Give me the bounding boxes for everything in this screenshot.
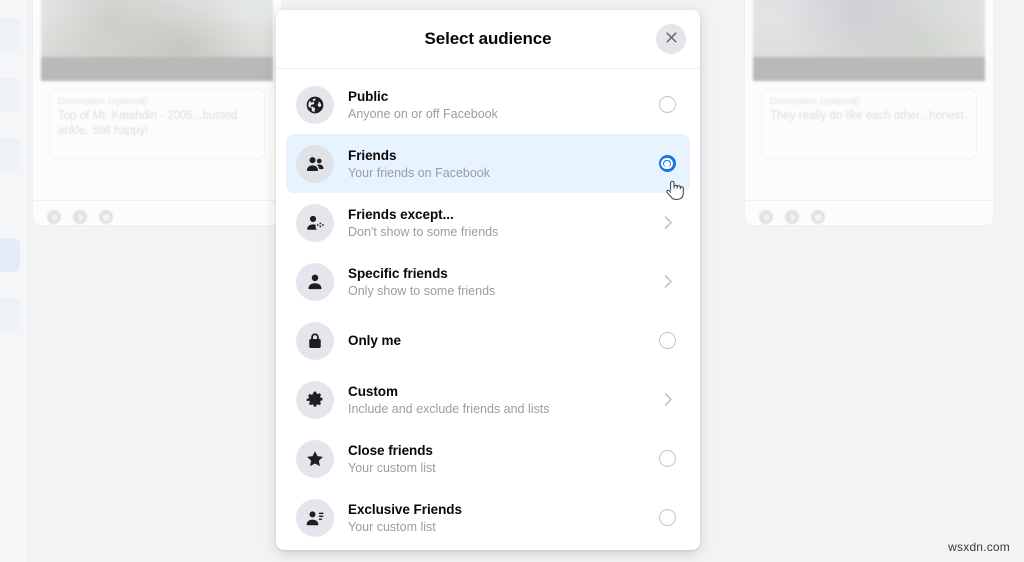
audience-option-title: Friends xyxy=(348,147,397,163)
description-text-right: They really do like each other...honest. xyxy=(770,110,967,122)
dialog-title: Select audience xyxy=(424,29,552,48)
specific-friends-icon xyxy=(296,262,334,301)
location-pin-icon xyxy=(785,210,799,224)
close-icon xyxy=(664,30,679,48)
audience-option-title: Close friends xyxy=(348,442,433,458)
audience-option-subtitle: Include and exclude friends and lists xyxy=(348,401,550,416)
audience-option-title: Only me xyxy=(348,333,401,348)
audience-radio[interactable] xyxy=(656,94,678,116)
audience-option-text: Custom Include and exclude friends and li… xyxy=(348,383,648,417)
audience-radio-selected[interactable] xyxy=(656,153,678,175)
audience-radio[interactable] xyxy=(656,448,678,470)
card-action-row-left xyxy=(47,210,113,224)
star-icon xyxy=(296,439,334,478)
photo-card-left: Description (optional) Top of Mt. Katahd… xyxy=(32,0,282,226)
watermark: wsxdn.com xyxy=(948,540,1010,554)
tag-icon xyxy=(47,210,61,224)
audience-option-text: Only me xyxy=(348,332,648,349)
audience-option-text: Friends except... Don't show to some frie… xyxy=(348,206,648,240)
audience-option-subtitle: Anyone on or off Facebook xyxy=(348,106,498,121)
audience-radio[interactable] xyxy=(656,507,678,529)
select-audience-dialog: Select audience Public Anyone on or off F… xyxy=(276,10,700,550)
list-person-icon xyxy=(296,498,334,537)
rail-item-2 xyxy=(0,78,20,112)
location-pin-icon xyxy=(73,210,87,224)
friends-icon xyxy=(296,144,334,183)
audience-option-text: Public Anyone on or off Facebook xyxy=(348,88,648,122)
radio-button[interactable] xyxy=(658,450,676,467)
radio-button[interactable] xyxy=(658,155,676,172)
audience-option-public[interactable]: Public Anyone on or off Facebook xyxy=(286,75,690,134)
lock-icon xyxy=(296,321,334,360)
audience-option-subtitle: Don't show to some friends xyxy=(348,224,499,239)
description-field-right: Description (optional) They really do li… xyxy=(761,89,977,159)
photo-thumbnail-left xyxy=(41,0,273,81)
chevron-right-icon[interactable] xyxy=(656,271,678,293)
gear-icon xyxy=(296,380,334,419)
dialog-header: Select audience xyxy=(276,10,700,69)
friends-except-icon xyxy=(296,203,334,242)
rail-item-1 xyxy=(0,18,20,52)
audience-radio[interactable] xyxy=(656,330,678,352)
photo-card-right: Description (optional) They really do li… xyxy=(744,0,994,226)
audience-option-close-friends[interactable]: Close friends Your custom list xyxy=(286,429,690,488)
audience-options-list: Public Anyone on or off Facebook Friends Yo… xyxy=(276,69,700,550)
screen: Description (optional) Top of Mt. Katahd… xyxy=(0,0,1024,562)
rail-item-4 xyxy=(0,238,20,272)
rail-item-5 xyxy=(0,298,20,332)
audience-option-friends-except[interactable]: Friends except... Don't show to some frie… xyxy=(286,193,690,252)
chevron-right-icon[interactable] xyxy=(656,212,678,234)
audience-option-title: Specific friends xyxy=(348,265,448,281)
audience-option-exclusive-friends[interactable]: Exclusive Friends Your custom list xyxy=(286,488,690,547)
audience-option-specific-friends[interactable]: Specific friends Only show to some friend… xyxy=(286,252,690,311)
radio-button[interactable] xyxy=(658,509,676,526)
audience-option-friends[interactable]: Friends Your friends on Facebook xyxy=(286,134,690,193)
globe-icon xyxy=(296,85,334,124)
audience-option-text: Close friends Your custom list xyxy=(348,442,648,476)
description-text-left: Top of Mt. Katahdin - 2005...busted ankl… xyxy=(58,110,238,137)
card-divider-left xyxy=(33,200,281,201)
clock-icon xyxy=(99,210,113,224)
close-button[interactable] xyxy=(656,24,686,54)
description-placeholder-right: Description (optional) xyxy=(770,96,860,106)
rail-item-3 xyxy=(0,138,20,172)
audience-option-subtitle: Your custom list xyxy=(348,460,436,475)
audience-option-subtitle: Your custom list xyxy=(348,519,436,534)
audience-option-text: Exclusive Friends Your custom list xyxy=(348,501,648,535)
clock-icon xyxy=(811,210,825,224)
photo-caption-bar-right xyxy=(753,57,985,81)
audience-option-subtitle: Your friends on Facebook xyxy=(348,165,490,180)
left-nav-rail xyxy=(0,0,29,562)
chevron-right-icon[interactable] xyxy=(656,389,678,411)
description-placeholder-left: Description (optional) xyxy=(58,96,148,106)
audience-option-title: Custom xyxy=(348,383,398,399)
audience-option-text: Friends Your friends on Facebook xyxy=(348,147,648,181)
audience-option-subtitle: Only show to some friends xyxy=(348,283,496,298)
card-action-row-right xyxy=(759,210,825,224)
description-field-left: Description (optional) Top of Mt. Katahd… xyxy=(49,89,265,159)
photo-caption-bar-left xyxy=(41,57,273,81)
audience-option-only-me[interactable]: Only me xyxy=(286,311,690,370)
audience-option-text: Specific friends Only show to some friend… xyxy=(348,265,648,299)
audience-option-custom[interactable]: Custom Include and exclude friends and li… xyxy=(286,370,690,429)
photo-thumbnail-right xyxy=(753,0,985,81)
audience-option-title: Public xyxy=(348,88,389,104)
tag-icon xyxy=(759,210,773,224)
radio-button[interactable] xyxy=(658,96,676,113)
audience-option-title: Friends except... xyxy=(348,206,454,222)
radio-button[interactable] xyxy=(658,332,676,349)
audience-option-title: Exclusive Friends xyxy=(348,501,462,517)
card-divider-right xyxy=(745,200,993,201)
